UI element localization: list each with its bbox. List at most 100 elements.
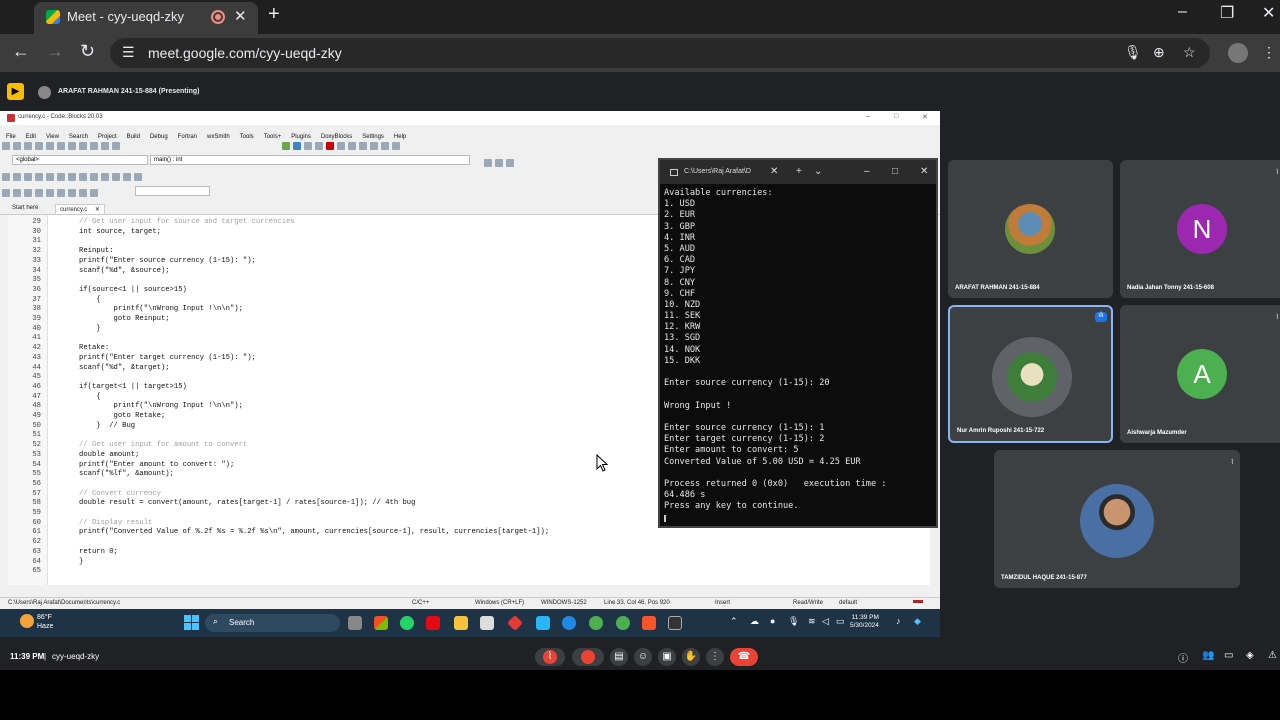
- function-select[interactable]: main() : int: [150, 155, 470, 165]
- chrome-icon[interactable]: [589, 616, 603, 630]
- menu-dots-icon[interactable]: ⋮: [1262, 44, 1276, 61]
- copy-icon[interactable]: [79, 142, 87, 150]
- frame-icon[interactable]: [13, 173, 21, 181]
- file-explorer-icon[interactable]: [454, 616, 468, 630]
- taskbar-clock[interactable]: 11:39 PM 5/30/2024: [850, 614, 879, 630]
- tool-g-icon[interactable]: [68, 189, 76, 197]
- jump-forward-icon[interactable]: [495, 159, 503, 167]
- run-icon[interactable]: [292, 142, 301, 150]
- step-out-icon[interactable]: [369, 142, 378, 150]
- new-tab-icon[interactable]: +: [268, 3, 280, 26]
- toggle-icon[interactable]: [35, 173, 43, 181]
- new-file-icon[interactable]: [2, 142, 10, 150]
- tray-notification-icon[interactable]: ♪: [896, 616, 906, 628]
- bookmark-star-icon[interactable]: ☆: [1183, 44, 1196, 61]
- brave-icon[interactable]: [642, 616, 656, 630]
- stop-icon[interactable]: [391, 142, 400, 150]
- tray-volume-icon[interactable]: ◁: [822, 616, 832, 628]
- app-blue-icon[interactable]: [536, 616, 550, 630]
- url-text[interactable]: meet.google.com/cyy-ueqd-zky: [148, 45, 342, 61]
- console-new-tab-icon[interactable]: +: [796, 166, 802, 177]
- tab-start-here[interactable]: Start here: [8, 204, 42, 212]
- tool-b-icon[interactable]: [13, 189, 21, 197]
- cb-maximize-icon[interactable]: □: [894, 113, 898, 120]
- window-close-icon[interactable]: ✕: [1262, 3, 1275, 23]
- address-bar[interactable]: ☰ meet.google.com/cyy-ueqd-zky: [110, 38, 1210, 68]
- tab-close-icon[interactable]: ✕: [234, 7, 247, 25]
- cb-close-icon[interactable]: ✕: [922, 113, 928, 121]
- cb-minimize-icon[interactable]: –: [866, 113, 870, 120]
- zoom-out-icon[interactable]: [112, 173, 120, 181]
- pause-icon[interactable]: [380, 142, 389, 150]
- tray-cloud-icon[interactable]: ☁: [750, 616, 760, 628]
- browser-tab[interactable]: Meet - cyy-ueqd-zky ✕: [34, 2, 258, 34]
- tool-f-icon[interactable]: [57, 189, 65, 197]
- raise-hand-button[interactable]: ✋: [682, 648, 700, 666]
- bookmark-icon[interactable]: [24, 173, 32, 181]
- weather-icon[interactable]: [20, 614, 34, 628]
- app-circle-icon[interactable]: [562, 616, 576, 630]
- activities-icon[interactable]: ◈: [1246, 650, 1254, 661]
- unindent-icon[interactable]: [90, 173, 98, 181]
- tab-close-icon[interactable]: ✕: [95, 207, 100, 213]
- participant-tile[interactable]: ARAFAT RAHMAN 241-15-884: [948, 160, 1113, 298]
- console-dropdown-icon[interactable]: ⌄: [814, 166, 822, 177]
- emoji-button[interactable]: ☺: [634, 648, 652, 666]
- chrome-profile-icon[interactable]: [616, 616, 630, 630]
- scope-select[interactable]: <global>: [12, 155, 148, 165]
- camera-toggle-button[interactable]: [572, 648, 604, 666]
- select-icon[interactable]: [2, 173, 10, 181]
- chat-icon[interactable]: ▭: [1224, 650, 1233, 661]
- people-icon[interactable]: 👥: [1202, 650, 1214, 661]
- participant-tile-active[interactable]: ılı Nur Amrin Ruposhi 241-15-722: [948, 305, 1113, 443]
- task-view-icon[interactable]: [348, 616, 362, 630]
- info-icon[interactable]: ⓘ: [1178, 650, 1188, 665]
- netflix-icon[interactable]: [426, 616, 440, 630]
- terminal-icon[interactable]: [668, 616, 682, 630]
- zoom-in-icon[interactable]: [101, 173, 109, 181]
- console-maximize-icon[interactable]: □: [892, 166, 898, 177]
- forward-icon[interactable]: →: [46, 41, 64, 62]
- taskbar-search[interactable]: ⌕ Search: [205, 614, 340, 632]
- weather-widget[interactable]: 86°F Haze: [37, 613, 53, 631]
- case-icon[interactable]: [134, 173, 142, 181]
- app-red-icon[interactable]: [507, 615, 523, 631]
- tool-c-icon[interactable]: [24, 189, 32, 197]
- captions-button[interactable]: ▤: [610, 648, 628, 666]
- indent-icon[interactable]: [79, 173, 87, 181]
- uncomment-icon[interactable]: [68, 173, 76, 181]
- tool-a-icon[interactable]: [2, 189, 10, 197]
- tool-d-icon[interactable]: [35, 189, 43, 197]
- mic-toggle-button[interactable]: ⌇: [535, 648, 565, 666]
- participant-tile[interactable]: N ⌇ Nadia Jahan Tonny 241-15-608: [1120, 160, 1280, 298]
- tool-e-icon[interactable]: [46, 189, 54, 197]
- debug-icon[interactable]: [336, 142, 345, 150]
- tray-chevron-icon[interactable]: ⌃: [730, 616, 740, 628]
- tray-mic-icon[interactable]: 🎙: [788, 616, 799, 628]
- jump-back-icon[interactable]: [484, 159, 492, 167]
- windows-start-icon[interactable]: [184, 615, 199, 630]
- step-icon[interactable]: [347, 142, 356, 150]
- jump-next-icon[interactable]: [506, 159, 514, 167]
- replace-icon[interactable]: [112, 142, 120, 150]
- minimize-icon[interactable]: –: [1178, 3, 1187, 21]
- abort-icon[interactable]: [325, 142, 334, 150]
- tab-currency-c[interactable]: currency.c ✕: [55, 204, 105, 214]
- console-close-icon[interactable]: ✕: [920, 166, 928, 177]
- block-icon[interactable]: [46, 173, 54, 181]
- whatsapp-icon[interactable]: [400, 616, 414, 630]
- find-icon[interactable]: [101, 142, 109, 150]
- restore-icon[interactable]: ❐: [1220, 3, 1234, 23]
- paste-icon[interactable]: [90, 142, 98, 150]
- toolbar-search-input[interactable]: [135, 186, 210, 196]
- open-file-icon[interactable]: [13, 142, 21, 150]
- tool-h-icon[interactable]: [79, 189, 87, 197]
- back-icon[interactable]: ←: [12, 41, 30, 62]
- profile-avatar[interactable]: [1228, 43, 1248, 63]
- tray-app-icon[interactable]: ●: [770, 616, 780, 628]
- microphone-icon[interactable]: 🎙: [1124, 44, 1142, 61]
- undo-icon[interactable]: [46, 142, 54, 150]
- console-minimize-icon[interactable]: –: [864, 166, 870, 177]
- tray-wifi-icon[interactable]: ≋: [808, 616, 818, 628]
- spell-icon[interactable]: [123, 173, 131, 181]
